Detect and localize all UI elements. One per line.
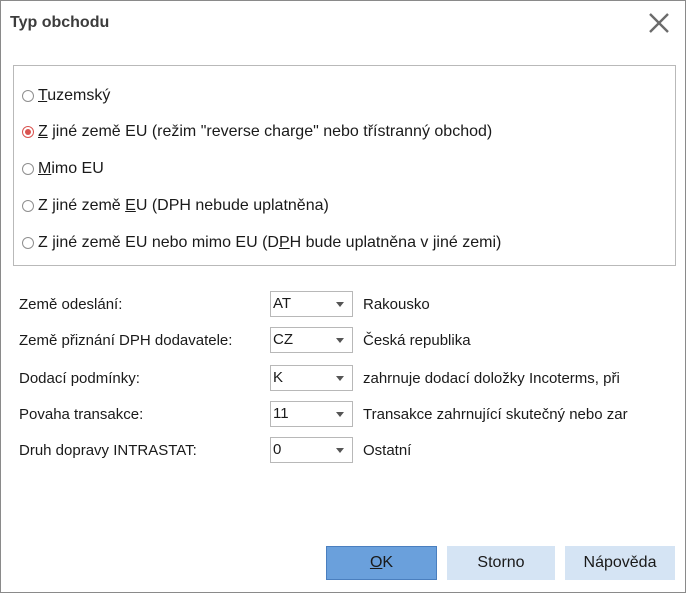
field-description: zahrnuje dodací doložky Incoterms, při — [363, 370, 620, 387]
transport-mode-select[interactable]: 0 — [270, 437, 353, 463]
chevron-down-icon[interactable] — [336, 302, 344, 307]
field-label: Dodací podmínky: — [19, 370, 140, 387]
radio-button[interactable] — [22, 237, 34, 249]
trade-type-dialog: Typ obchodu Tuzemský Z jiné země EU (rež… — [0, 0, 686, 593]
radio-button[interactable] — [22, 90, 34, 102]
field-description: Transakce zahrnující skutečný nebo zar — [363, 406, 628, 423]
help-button[interactable]: Nápověda — [565, 546, 675, 580]
dialog-title: Typ obchodu — [10, 14, 110, 31]
radio-vat-other-country[interactable]: Z jiné země EU nebo mimo EU (DPH bude up… — [22, 232, 501, 254]
radio-tuzemsky[interactable]: Tuzemský — [22, 85, 110, 107]
select-value: K — [273, 369, 284, 386]
radio-label: Mimo EU — [38, 160, 104, 177]
radio-button-checked[interactable] — [22, 126, 34, 138]
radio-label: Z jiné země EU (DPH nebude uplatněna) — [38, 197, 329, 214]
close-button[interactable] — [645, 9, 673, 37]
chevron-down-icon[interactable] — [336, 376, 344, 381]
select-value: 11 — [273, 405, 289, 422]
radio-button[interactable] — [22, 163, 34, 175]
radio-label: Z jiné země EU (režim "reverse charge" n… — [38, 123, 493, 140]
radio-eu-no-vat[interactable]: Z jiné země EU (DPH nebude uplatněna) — [22, 195, 329, 217]
field-description: Rakousko — [363, 296, 430, 313]
transaction-nature-select[interactable]: 11 — [270, 401, 353, 427]
trade-type-group: Tuzemský Z jiné země EU (režim "reverse … — [13, 65, 676, 266]
chevron-down-icon[interactable] — [336, 412, 344, 417]
vat-country-select[interactable]: CZ — [270, 327, 353, 353]
select-value: AT — [273, 295, 292, 312]
chevron-down-icon[interactable] — [336, 448, 344, 453]
radio-button[interactable] — [22, 200, 34, 212]
field-label: Druh dopravy INTRASTAT: — [19, 442, 197, 459]
select-value: CZ — [273, 331, 293, 348]
field-description: Česká republika — [363, 332, 471, 349]
radio-mimo-eu[interactable]: Mimo EU — [22, 158, 104, 180]
field-label: Země odeslání: — [19, 296, 123, 313]
cancel-button[interactable]: Storno — [447, 546, 555, 580]
radio-label: Tuzemský — [38, 87, 111, 104]
title-bar: Typ obchodu — [1, 1, 685, 45]
field-description: Ostatní — [363, 442, 412, 459]
ok-button-label: OK — [369, 554, 394, 571]
radio-label: Z jiné země EU nebo mimo EU (DPH bude up… — [38, 234, 502, 251]
field-label: Povaha transakce: — [19, 406, 144, 423]
field-label: Země přiznání DPH dodavatele: — [19, 332, 233, 349]
radio-eu-reverse-charge[interactable]: Z jiné země EU (režim "reverse charge" n… — [22, 121, 492, 143]
select-value: 0 — [273, 441, 282, 458]
ok-button[interactable]: OK — [326, 546, 437, 580]
close-icon — [649, 13, 669, 33]
country-dispatch-select[interactable]: AT — [270, 291, 353, 317]
delivery-terms-select[interactable]: K — [270, 365, 353, 391]
chevron-down-icon[interactable] — [336, 338, 344, 343]
